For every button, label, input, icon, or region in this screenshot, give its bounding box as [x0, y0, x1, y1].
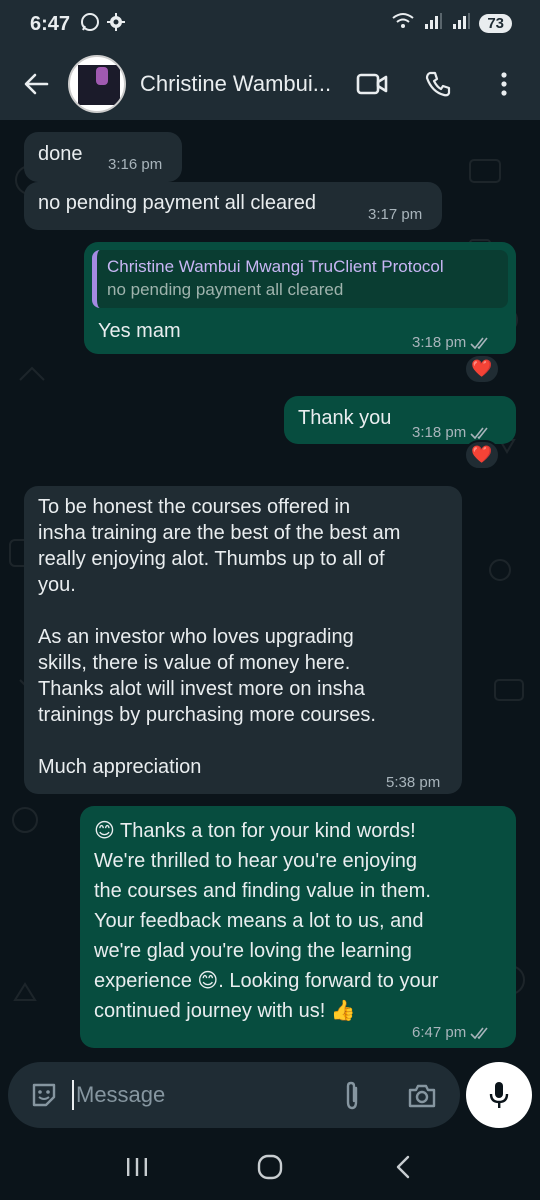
quoted-message[interactable]: Christine Wambui Mwangi TruClient Protoc…	[92, 250, 508, 308]
quoted-text: no pending payment all cleared	[107, 280, 344, 299]
back-button[interactable]	[12, 60, 60, 108]
reaction-badge[interactable]: ❤️	[464, 354, 500, 384]
message-input[interactable]: Message	[8, 1062, 460, 1128]
sticker-emoji-icon	[32, 1083, 56, 1107]
whatsapp-icon	[80, 12, 100, 37]
heart-reaction: ❤️	[471, 359, 493, 378]
voice-call-button[interactable]	[418, 60, 458, 108]
message-time: 6:47 pm	[412, 1020, 492, 1046]
message-line: the courses and finding value in them.	[94, 880, 431, 902]
avatar[interactable]	[68, 55, 126, 113]
message-bubble-outgoing[interactable]: Thank you 3:18 pm	[284, 396, 516, 444]
message-line: Much appreciation	[38, 756, 202, 778]
message-text: Yes mam	[98, 320, 181, 342]
text-cursor	[72, 1080, 74, 1110]
chevron-left-icon	[397, 1155, 410, 1179]
message-text: no pending payment all cleared	[38, 192, 316, 214]
camera-button[interactable]	[400, 1074, 444, 1118]
message-time: 3:18 pm	[412, 330, 492, 356]
message-line	[38, 598, 400, 624]
message-line: really enjoying alot. Thumbs up to all o…	[38, 548, 385, 570]
message-line	[38, 728, 400, 754]
message-line: To be honest the courses offered in	[38, 496, 351, 518]
composer-bar: Message	[0, 1058, 540, 1132]
chat-area[interactable]: done 3:16 pm no pending payment all clea…	[0, 120, 540, 1060]
message-line: Thanks alot will invest more on insha	[38, 678, 365, 700]
message-line: As an investor who loves upgrading	[38, 626, 354, 648]
message-bubble-outgoing[interactable]: Christine Wambui Mwangi TruClient Protoc…	[84, 242, 516, 354]
battery-indicator: 73	[479, 14, 512, 33]
quoted-author: Christine Wambui Mwangi TruClient Protoc…	[107, 257, 444, 276]
more-options-button[interactable]	[484, 60, 524, 108]
message-line: insha training are the best of the best …	[38, 522, 401, 544]
camera-icon	[408, 1084, 436, 1108]
back-arrow-icon	[24, 73, 49, 95]
reaction-badge[interactable]: ❤️	[464, 440, 500, 470]
video-call-button[interactable]	[352, 60, 392, 108]
voice-record-button[interactable]	[466, 1062, 532, 1128]
signal-icon	[423, 12, 443, 35]
system-nav-bar	[0, 1134, 540, 1200]
signal-icon	[451, 12, 471, 35]
message-bubble-incoming[interactable]: To be honest the courses offered in insh…	[24, 486, 462, 794]
message-placeholder: Message	[76, 1082, 166, 1107]
status-bar: 6:47 73	[0, 0, 540, 48]
double-check-icon	[470, 427, 488, 440]
message-text: done	[38, 143, 83, 165]
message-line: We're thrilled to hear you're enjoying	[94, 850, 417, 872]
message-line: experience 😊. Looking forward to your	[94, 970, 439, 992]
status-time: 6:47	[30, 12, 71, 35]
message-line: trainings by purchasing more courses.	[38, 704, 376, 726]
phone-icon	[425, 71, 451, 97]
home-button[interactable]	[240, 1142, 300, 1192]
message-line: Your feedback means a lot to us, and	[94, 910, 424, 932]
recent-apps-icon	[126, 1158, 147, 1176]
microphone-icon	[489, 1082, 509, 1108]
message-bubble-incoming[interactable]: done 3:16 pm	[24, 132, 182, 182]
message-line: continued journey with us! 👍	[94, 1000, 356, 1022]
wifi-icon	[391, 12, 415, 35]
home-icon	[257, 1154, 283, 1180]
message-bubble-outgoing[interactable]: 😊 Thanks a ton for your kind words! We'r…	[80, 806, 516, 1048]
emoji-button[interactable]	[22, 1073, 66, 1117]
message-line: skills, there is value of money here.	[38, 652, 351, 674]
message-line: 😊 Thanks a ton for your kind words!	[94, 820, 416, 842]
double-check-icon	[470, 337, 488, 350]
message-bubble-incoming[interactable]: no pending payment all cleared 3:17 pm	[24, 182, 442, 230]
video-call-icon	[356, 73, 388, 95]
message-line: you.	[38, 574, 76, 596]
message-time: 3:16 pm	[108, 156, 163, 173]
double-check-icon	[470, 1027, 488, 1040]
message-line: we're glad you're loving the learning	[94, 940, 412, 962]
recent-apps-button[interactable]	[107, 1142, 167, 1192]
back-nav-button[interactable]	[373, 1142, 433, 1192]
heart-reaction: ❤️	[471, 445, 493, 464]
gear-icon	[106, 12, 126, 37]
message-text: Thank you	[298, 407, 392, 429]
chat-header: Christine Wambui...	[0, 48, 540, 120]
attach-button[interactable]	[332, 1074, 372, 1118]
more-vert-icon	[501, 72, 507, 96]
paperclip-icon	[346, 1081, 358, 1110]
contact-name[interactable]: Christine Wambui...	[140, 71, 350, 97]
message-time: 5:38 pm	[386, 774, 441, 791]
message-time: 3:17 pm	[368, 206, 423, 223]
